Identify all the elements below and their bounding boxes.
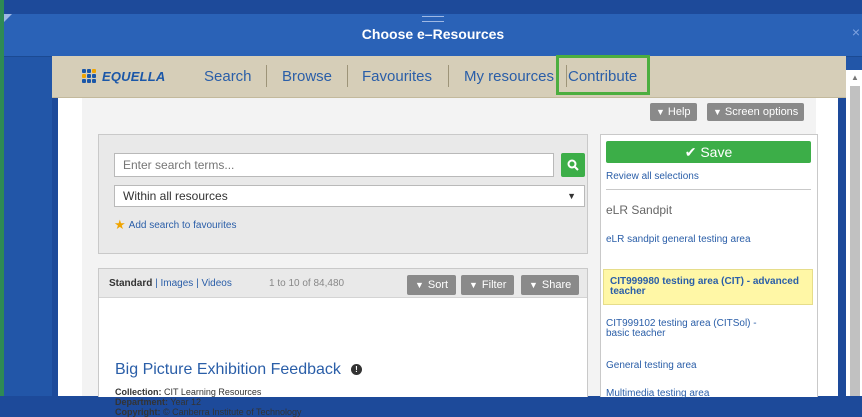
nav-divider [266, 65, 267, 87]
chevron-down-icon: ▼ [415, 280, 424, 290]
result-department: Department: Year 12 [115, 397, 202, 407]
dialog-titlebar[interactable]: Choose e–Resources × [4, 14, 862, 57]
selection-panel: ✔ Save Review all selections eLR Sandpit… [600, 134, 818, 399]
help-button[interactable]: ▼ Help [650, 103, 697, 121]
search-panel: Within all resources ▼ ★Add search to fa… [98, 134, 588, 254]
star-icon: ★ [114, 217, 126, 232]
nav-divider [347, 65, 348, 87]
results-header: Standard | Images | Videos 1 to 10 of 84… [99, 269, 587, 298]
inner-border: ▼Help ▼Screen options Within all resourc… [58, 98, 838, 417]
logo-text: EQUELLA [102, 69, 166, 84]
nav-my-resources[interactable]: My resources [464, 68, 554, 85]
area-item[interactable]: CIT999102 testing area (CITSol) - basic … [606, 319, 766, 339]
sort-button[interactable]: ▼ Sort [407, 275, 457, 295]
nav-search[interactable]: Search [204, 68, 252, 85]
close-icon[interactable]: × [852, 24, 860, 40]
share-button[interactable]: ▼ Share [521, 275, 580, 295]
scrollbar-thumb[interactable] [850, 86, 860, 396]
area-item[interactable]: General testing area [606, 361, 697, 371]
dialog-title: Choose e–Resources [361, 26, 505, 42]
results-count: 1 to 10 of 84,480 [269, 278, 345, 289]
result-title[interactable]: Big Picture Exhibition Feedback [115, 361, 341, 379]
inner-wrapper: ▼Help ▼Screen options Within all resourc… [52, 98, 846, 417]
divider [606, 189, 811, 190]
search-input[interactable] [114, 153, 554, 177]
top-navigation: EQUELLA Search Browse Favourites My reso… [52, 55, 846, 98]
drag-grip-icon[interactable] [422, 16, 444, 22]
resize-corner-icon[interactable] [4, 14, 12, 22]
chevron-down-icon: ▼ [469, 280, 478, 290]
choose-resources-dialog: Choose e–Resources × EQUELLA Search Brow… [4, 14, 862, 417]
area-item[interactable]: Multimedia testing area [606, 389, 709, 399]
add-to-favourites-link[interactable]: ★ Add search to favourites [114, 217, 237, 233]
filter-button[interactable]: ▼ Filter [461, 275, 515, 295]
search-icon [567, 159, 579, 171]
tab-videos[interactable]: Videos [201, 278, 231, 289]
contribute-highlight [556, 55, 650, 95]
tab-images[interactable]: Images [161, 278, 194, 289]
result-copyright: Copyright: © Canberra Institute of Techn… [115, 407, 302, 417]
dropdown-arrow-icon: ▼ [567, 191, 576, 201]
check-icon: ✔ [684, 144, 697, 160]
main-content: ▼Help ▼Screen options Within all resourc… [82, 98, 818, 417]
within-select[interactable]: Within all resources ▼ [114, 185, 585, 207]
tab-standard[interactable]: Standard [109, 278, 152, 289]
area-item-selected[interactable]: CIT999980 testing area (CIT) - advanced … [603, 269, 813, 305]
area-item[interactable]: eLR sandpit general testing area [606, 235, 766, 245]
save-button[interactable]: ✔ Save [606, 141, 811, 163]
logo-mark-icon [82, 69, 100, 85]
results-panel: Standard | Images | Videos 1 to 10 of 84… [98, 268, 588, 417]
nav-divider [448, 65, 449, 87]
search-button[interactable] [561, 153, 585, 177]
nav-browse[interactable]: Browse [282, 68, 332, 85]
content-frame: EQUELLA Search Browse Favourites My reso… [52, 55, 846, 417]
nav-favourites[interactable]: Favourites [362, 68, 432, 85]
chevron-down-icon: ▼ [713, 107, 722, 117]
chevron-down-icon: ▼ [529, 280, 538, 290]
scroll-up-icon[interactable]: ▲ [851, 73, 859, 82]
result-view-tabs: Standard | Images | Videos [109, 278, 232, 289]
group-title: eLR Sandpit [606, 203, 673, 217]
chevron-down-icon: ▼ [656, 107, 665, 117]
screen-options-button[interactable]: ▼ Screen options [707, 103, 805, 121]
equella-logo: EQUELLA [82, 67, 182, 87]
review-selections-link[interactable]: Review all selections [606, 171, 699, 182]
info-icon[interactable]: ! [351, 364, 362, 375]
